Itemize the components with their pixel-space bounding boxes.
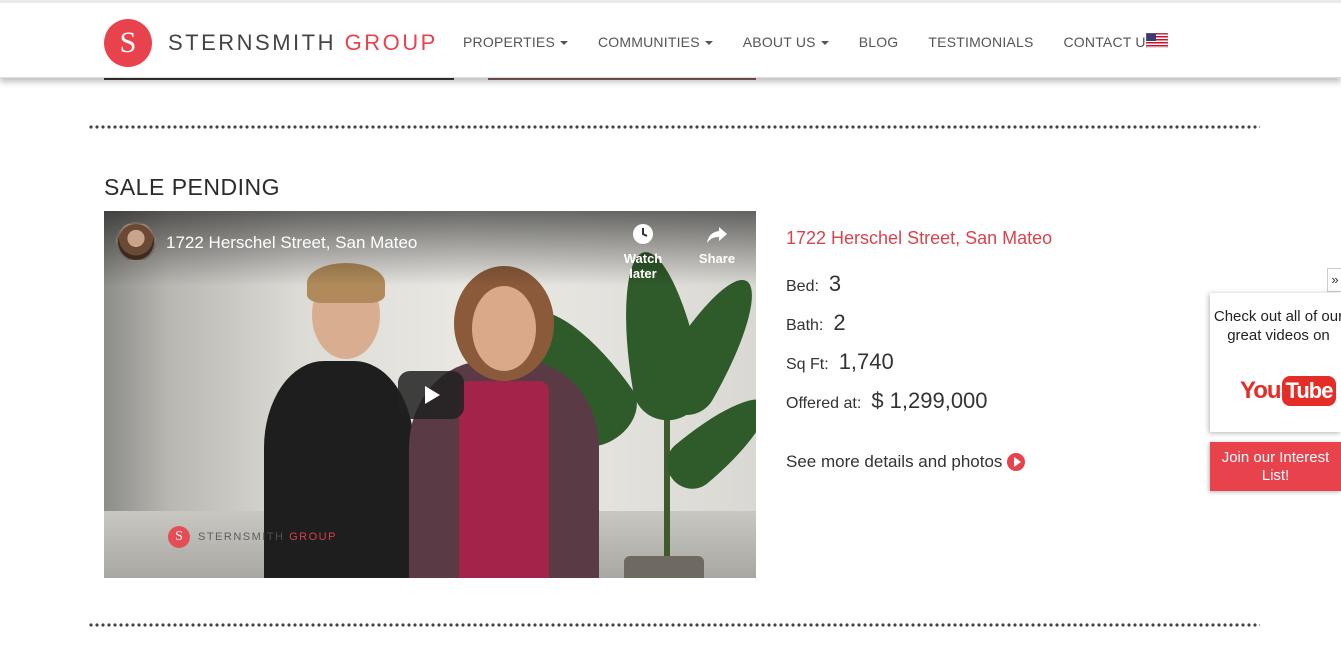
youtube-logo-tube: Tube	[1281, 376, 1337, 406]
us-flag-icon[interactable]	[1146, 33, 1168, 48]
price-label: Offered at:	[786, 395, 862, 412]
share-label: Share	[698, 251, 736, 266]
caret-down-icon	[820, 41, 829, 46]
bath-value: 2	[833, 310, 846, 335]
logo-icon[interactable]: S	[104, 19, 152, 67]
sqft-row: Sq Ft: 1,740	[786, 349, 894, 375]
price-value: $ 1,299,000	[871, 388, 988, 413]
video-watermark: S STERNSMITH GROUP	[168, 526, 337, 548]
video-player[interactable]: 1722 Herschel Street, San Mateo Watch la…	[104, 211, 756, 578]
watermark-logo-icon: S	[168, 526, 190, 548]
nav-item-label: PROPERTIES	[463, 34, 555, 50]
dotted-divider	[88, 124, 1260, 130]
video-person-right-head	[472, 286, 536, 371]
watermark-part1: STERNSMITH	[198, 531, 285, 543]
nav-item-label: TESTIMONIALS	[928, 34, 1034, 50]
youtube-promo-text: Check out all of our great videos on	[1213, 308, 1341, 344]
dotted-divider	[88, 622, 1260, 628]
bed-label: Bed:	[786, 278, 819, 295]
brand-name-part1: STERNSMITH	[168, 30, 336, 55]
price-row: Offered at: $ 1,299,000	[786, 388, 988, 414]
section-title: SALE PENDING	[104, 174, 280, 200]
brand-name[interactable]: STERNSMITH GROUP	[168, 30, 438, 56]
video-person-right-shirt	[459, 381, 549, 578]
share-button[interactable]: Share	[687, 223, 747, 266]
nav-item-communities[interactable]: COMMUNITIES	[598, 34, 713, 50]
main-nav: PROPERTIES COMMUNITIES ABOUT US BLOG TES…	[463, 32, 1185, 52]
watermark-text: STERNSMITH GROUP	[198, 531, 337, 543]
clock-icon	[633, 224, 653, 244]
sqft-value: 1,740	[838, 349, 894, 374]
listing-address-link[interactable]: 1722 Herschel Street, San Mateo	[786, 228, 1052, 249]
youtube-logo-you: You	[1240, 377, 1282, 404]
watch-later-button[interactable]: Watch later	[613, 223, 673, 281]
join-interest-list-button[interactable]: Join our Interest List!	[1210, 442, 1341, 491]
bath-row: Bath: 2	[786, 310, 846, 336]
nav-item-properties[interactable]: PROPERTIES	[463, 34, 568, 50]
nav-item-blog[interactable]: BLOG	[859, 34, 899, 50]
bed-value: 3	[828, 271, 842, 296]
play-button[interactable]	[398, 371, 464, 419]
see-more-details-link[interactable]: See more details and photos	[786, 452, 1026, 472]
bath-label: Bath:	[786, 317, 824, 334]
see-more-label: See more details and photos	[786, 452, 1003, 471]
video-title[interactable]: 1722 Herschel Street, San Mateo	[166, 233, 417, 253]
share-icon	[707, 227, 727, 243]
caret-down-icon	[704, 41, 713, 46]
caret-down-icon	[560, 41, 568, 46]
bed-row: Bed: 3	[786, 271, 841, 297]
watermark-part2: GROUP	[289, 531, 337, 543]
nav-item-about-us[interactable]: ABOUT US	[743, 34, 829, 50]
play-circle-icon	[1007, 453, 1026, 471]
nav-item-label: BLOG	[858, 34, 899, 50]
watch-later-label: Watch later	[623, 251, 663, 281]
brand-name-part2: GROUP	[344, 30, 438, 55]
nav-item-contact-us[interactable]: CONTACT US	[1064, 34, 1156, 50]
channel-avatar[interactable]	[116, 222, 156, 262]
sqft-label: Sq Ft:	[786, 356, 829, 373]
video-scene-pot	[624, 556, 704, 578]
top-border	[0, 0, 1341, 3]
nav-item-testimonials[interactable]: TESTIMONIALS	[928, 34, 1033, 50]
nav-item-label: CONTACT US	[1063, 34, 1156, 50]
site-header: S STERNSMITH GROUP PROPERTIES COMMUNITIE…	[0, 0, 1341, 78]
nav-item-label: ABOUT US	[742, 34, 816, 50]
youtube-promo[interactable]: Check out all of our great videos on You…	[1210, 293, 1341, 432]
collapse-widget-button[interactable]: »	[1327, 268, 1341, 292]
nav-item-label: COMMUNITIES	[598, 34, 700, 50]
youtube-logo-icon: You Tube	[1240, 376, 1337, 406]
